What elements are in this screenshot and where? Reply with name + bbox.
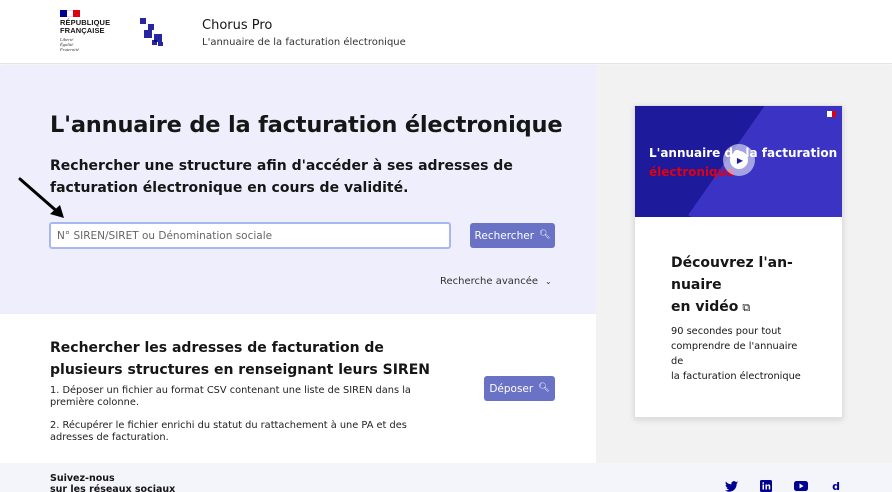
video-card[interactable]: L'annuaire de la facturation électroniqu… <box>634 105 843 418</box>
deposit-button-label: Déposer <box>489 382 534 395</box>
page-title: L'annuaire de la facturation électroniqu… <box>50 112 563 138</box>
marianne-flag-icon <box>827 111 836 117</box>
video-thumb-subtitle: électronique <box>649 165 735 179</box>
republique-francaise-logo[interactable]: RÉPUBLIQUE FRANÇAISE Liberté Égalité Fra… <box>60 10 120 56</box>
page-subtitle: Rechercher une structure afin d'accéder … <box>50 158 513 196</box>
deposit-button[interactable]: Déposer 🔍︎ <box>484 376 555 401</box>
bulk-step-1: 1. Déposer un fichier au format CSV cont… <box>50 385 411 408</box>
linkedin-icon[interactable] <box>759 479 773 492</box>
external-link-icon: ⧉ <box>742 301 751 314</box>
search-icon: 🔍︎ <box>538 383 550 393</box>
play-icon[interactable]: ▶ <box>723 144 755 176</box>
advanced-search-toggle[interactable]: Recherche avancée ⌄ <box>440 276 552 287</box>
youtube-icon[interactable] <box>794 479 808 492</box>
search-button[interactable]: Rechercher 🔍︎ <box>470 223 555 248</box>
chevron-down-icon: ⌄ <box>545 277 552 286</box>
dailymotion-icon[interactable]: d <box>829 479 843 492</box>
advanced-search-label: Recherche avancée <box>440 276 539 287</box>
chorus-pro-logo-icon[interactable] <box>140 18 166 46</box>
bulk-step-2: 2. Récupérer le fichier enrichi du statu… <box>50 420 407 443</box>
brand-subtitle: L'annuaire de la facturation électroniqu… <box>202 37 406 48</box>
search-button-label: Rechercher <box>474 229 535 242</box>
search-icon: 🔍︎ <box>539 230 551 240</box>
gov-title: RÉPUBLIQUE FRANÇAISE <box>60 18 111 35</box>
site-footer: Suivez-nous sur les réseaux sociaux d <box>0 463 892 492</box>
brand-title[interactable]: Chorus Pro <box>202 18 272 33</box>
search-input[interactable] <box>49 222 451 249</box>
follow-us-label: Suivez-nous sur les réseaux sociaux <box>50 473 176 492</box>
video-card-title[interactable]: Découvrez l'an- nuaire en vidéo ⧉ <box>671 252 821 319</box>
marianne-flag-icon <box>60 10 81 17</box>
video-thumbnail[interactable]: L'annuaire de la facturation électroniqu… <box>635 106 842 217</box>
site-header: RÉPUBLIQUE FRANÇAISE Liberté Égalité Fra… <box>0 0 892 64</box>
bulk-search-title: Rechercher les adresses de facturation d… <box>50 340 430 378</box>
pointer-arrow-icon <box>18 177 64 218</box>
gov-motto: Liberté Égalité Fraternité <box>60 37 79 52</box>
twitter-icon[interactable] <box>724 479 738 492</box>
video-card-description: 90 secondes pour tout comprendre de l'an… <box>671 326 801 382</box>
